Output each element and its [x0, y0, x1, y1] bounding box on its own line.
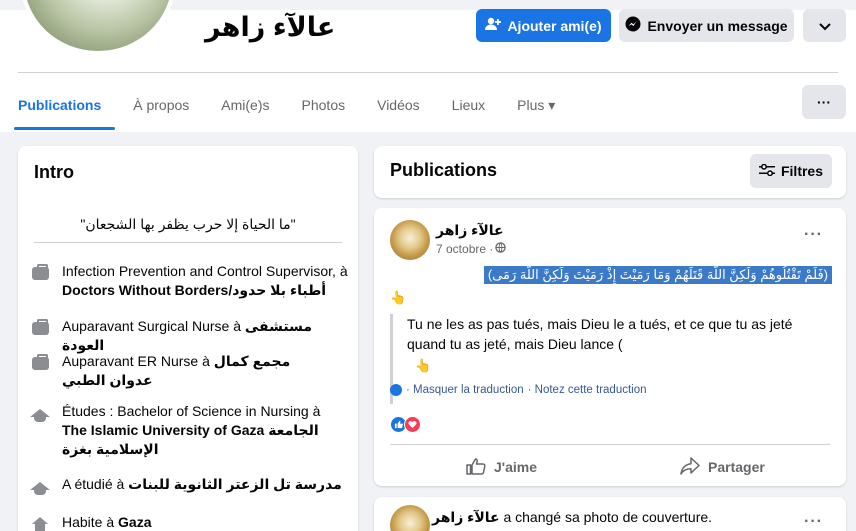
messenger-icon: [625, 16, 641, 35]
briefcase-icon: [30, 318, 50, 338]
intro-item-work-2: Auparavant Surgical Nurse à مستشفى العود…: [30, 317, 350, 355]
intro-item-text: Habite à: [62, 514, 119, 530]
post-date: 7 octobre ·: [436, 242, 507, 256]
add-friend-button[interactable]: Ajouter ami(e): [476, 9, 611, 42]
post-options-button[interactable]: ···: [804, 226, 823, 244]
send-message-button[interactable]: Envoyer un message: [619, 9, 794, 42]
more-actions-button[interactable]: [803, 9, 846, 42]
send-message-label: Envoyer un message: [647, 17, 788, 34]
post-author-name[interactable]: عالآء زاهر: [436, 222, 504, 239]
briefcase-icon: [30, 353, 50, 373]
pointing-hand-emoji: 👆: [415, 358, 432, 373]
profile-avatar[interactable]: [20, 0, 176, 55]
post-actions-divider: [390, 444, 830, 445]
post-author-name[interactable]: عالآء زاهر: [432, 509, 500, 525]
filters-label: Filtres: [780, 163, 823, 179]
header-divider: [18, 72, 838, 73]
intro-item-text: Infection Prevention and Control Supervi…: [62, 263, 348, 279]
translation-links: · Masquer la traduction · Notez cette tr…: [390, 384, 647, 396]
intro-item-education-2: A étudié à مدرسة تل الزعتر الثانوية للبن…: [30, 475, 350, 496]
profile-header: عالآء زاهر Ajouter ami(e) Envoyer un mes…: [0, 0, 856, 132]
like-label: J'aime: [494, 459, 538, 475]
globe-icon: [495, 242, 507, 256]
intro-item-text: Auparavant ER Nurse à: [62, 353, 214, 369]
intro-item-work-3: Auparavant ER Nurse à مجمع كمال عدوان ال…: [30, 352, 350, 390]
filters-button[interactable]: Filtres: [750, 154, 832, 188]
post-2-header: عالآء زاهر a changé sa photo de couvertu…: [432, 509, 712, 526]
publications-header-card: Publications Filtres: [374, 146, 846, 198]
post-verse-text: (فَلَمْ تَقْتُلُوهُمْ وَلَكِنَّ اللَّهَ …: [483, 266, 832, 284]
post-author-avatar[interactable]: [390, 220, 430, 260]
briefcase-icon: [30, 263, 50, 283]
intro-divider: [34, 242, 342, 243]
tab-places[interactable]: Lieux: [452, 80, 485, 130]
tab-about[interactable]: À propos: [133, 80, 189, 130]
post-author-avatar[interactable]: [390, 505, 430, 531]
intro-item-link[interactable]: مدرسة تل الزعتر الثانوية للبنات: [128, 476, 342, 492]
add-friend-label: Ajouter ami(e): [507, 17, 602, 34]
post-2-action-text: a changé sa photo de couverture.: [499, 509, 713, 525]
like-button[interactable]: J'aime: [466, 452, 537, 482]
share-icon: [680, 456, 700, 478]
gear-icon: [390, 384, 402, 396]
intro-card: Intro "ما الحياة إلا حرب يظفر بها الشجعا…: [18, 146, 358, 531]
intro-item-work-1: Infection Prevention and Control Supervi…: [30, 262, 350, 300]
publications-title: Publications: [390, 160, 498, 180]
pointing-hand-emoji: 👆: [390, 290, 407, 305]
reactions-summary[interactable]: [390, 416, 421, 433]
thumbs-up-icon: [466, 457, 486, 478]
rate-translation-link[interactable]: · Notez cette traduction: [528, 384, 647, 396]
post-date-text[interactable]: 7 octobre ·: [436, 242, 493, 256]
intro-bio: "ما الحياة إلا حرب يظفر بها الشجعان": [80, 216, 296, 232]
graduation-cap-icon: [30, 476, 50, 496]
tab-videos[interactable]: Vidéos: [377, 80, 420, 130]
hide-translation-link[interactable]: · Masquer la traduction: [406, 384, 524, 396]
graduation-cap-icon: [30, 403, 50, 423]
tab-more[interactable]: Plus ▾: [517, 80, 555, 130]
filters-icon: [758, 163, 775, 179]
post-card: عالآء زاهر 7 octobre · ··· (فَلَمْ تَقْت…: [374, 208, 846, 486]
intro-item-lives-in: Habite à Gaza: [30, 513, 350, 531]
intro-item-text: A étudié à: [62, 476, 129, 492]
intro-item-text: Études : Bachelor of Science in Nursing …: [62, 403, 321, 419]
profile-tabs: Publications À propos Ami(e)s Photos Vid…: [13, 80, 587, 130]
intro-item-text: Auparavant Surgical Nurse à: [62, 318, 245, 334]
love-reaction-icon: [404, 416, 421, 433]
intro-item-education-1: Études : Bachelor of Science in Nursing …: [30, 402, 350, 459]
post-card-2: عالآء زاهر a changé sa photo de couvertu…: [374, 497, 846, 531]
intro-item-link[interactable]: Doctors Without Borders/أطباء بلا حدود: [62, 282, 326, 298]
tab-friends[interactable]: Ami(e)s: [221, 80, 269, 130]
intro-title: Intro: [34, 162, 74, 182]
intro-item-link[interactable]: Gaza: [118, 514, 151, 530]
share-label: Partager: [708, 459, 765, 475]
tab-photos[interactable]: Photos: [302, 80, 346, 130]
home-icon: [30, 514, 50, 531]
add-friend-icon: [485, 17, 502, 34]
tabs-more-options-button[interactable]: ···: [802, 85, 846, 119]
profile-name: عالآء زاهر: [205, 12, 336, 42]
intro-item-link[interactable]: The Islamic University of Gaza الجامعة ا…: [62, 422, 319, 457]
post-options-button[interactable]: ···: [804, 513, 823, 531]
chevron-down-icon: [818, 18, 831, 34]
translation-text: Tu ne les as pas tués, mais Dieu le a tu…: [407, 316, 793, 352]
share-button[interactable]: Partager: [680, 452, 765, 482]
tab-publications[interactable]: Publications: [13, 80, 116, 130]
